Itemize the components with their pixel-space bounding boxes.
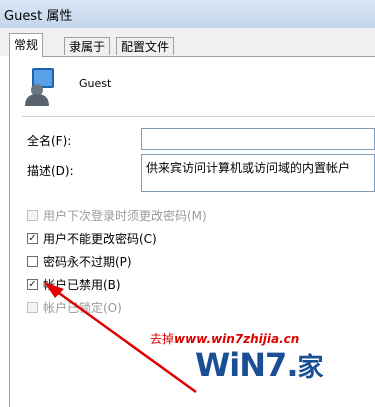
watermark-logo: WiN7.家 — [195, 346, 323, 384]
watermark-text: 去掉www.win7zhijia.cn — [150, 332, 300, 346]
tab-general[interactable]: 常规 — [9, 33, 44, 57]
